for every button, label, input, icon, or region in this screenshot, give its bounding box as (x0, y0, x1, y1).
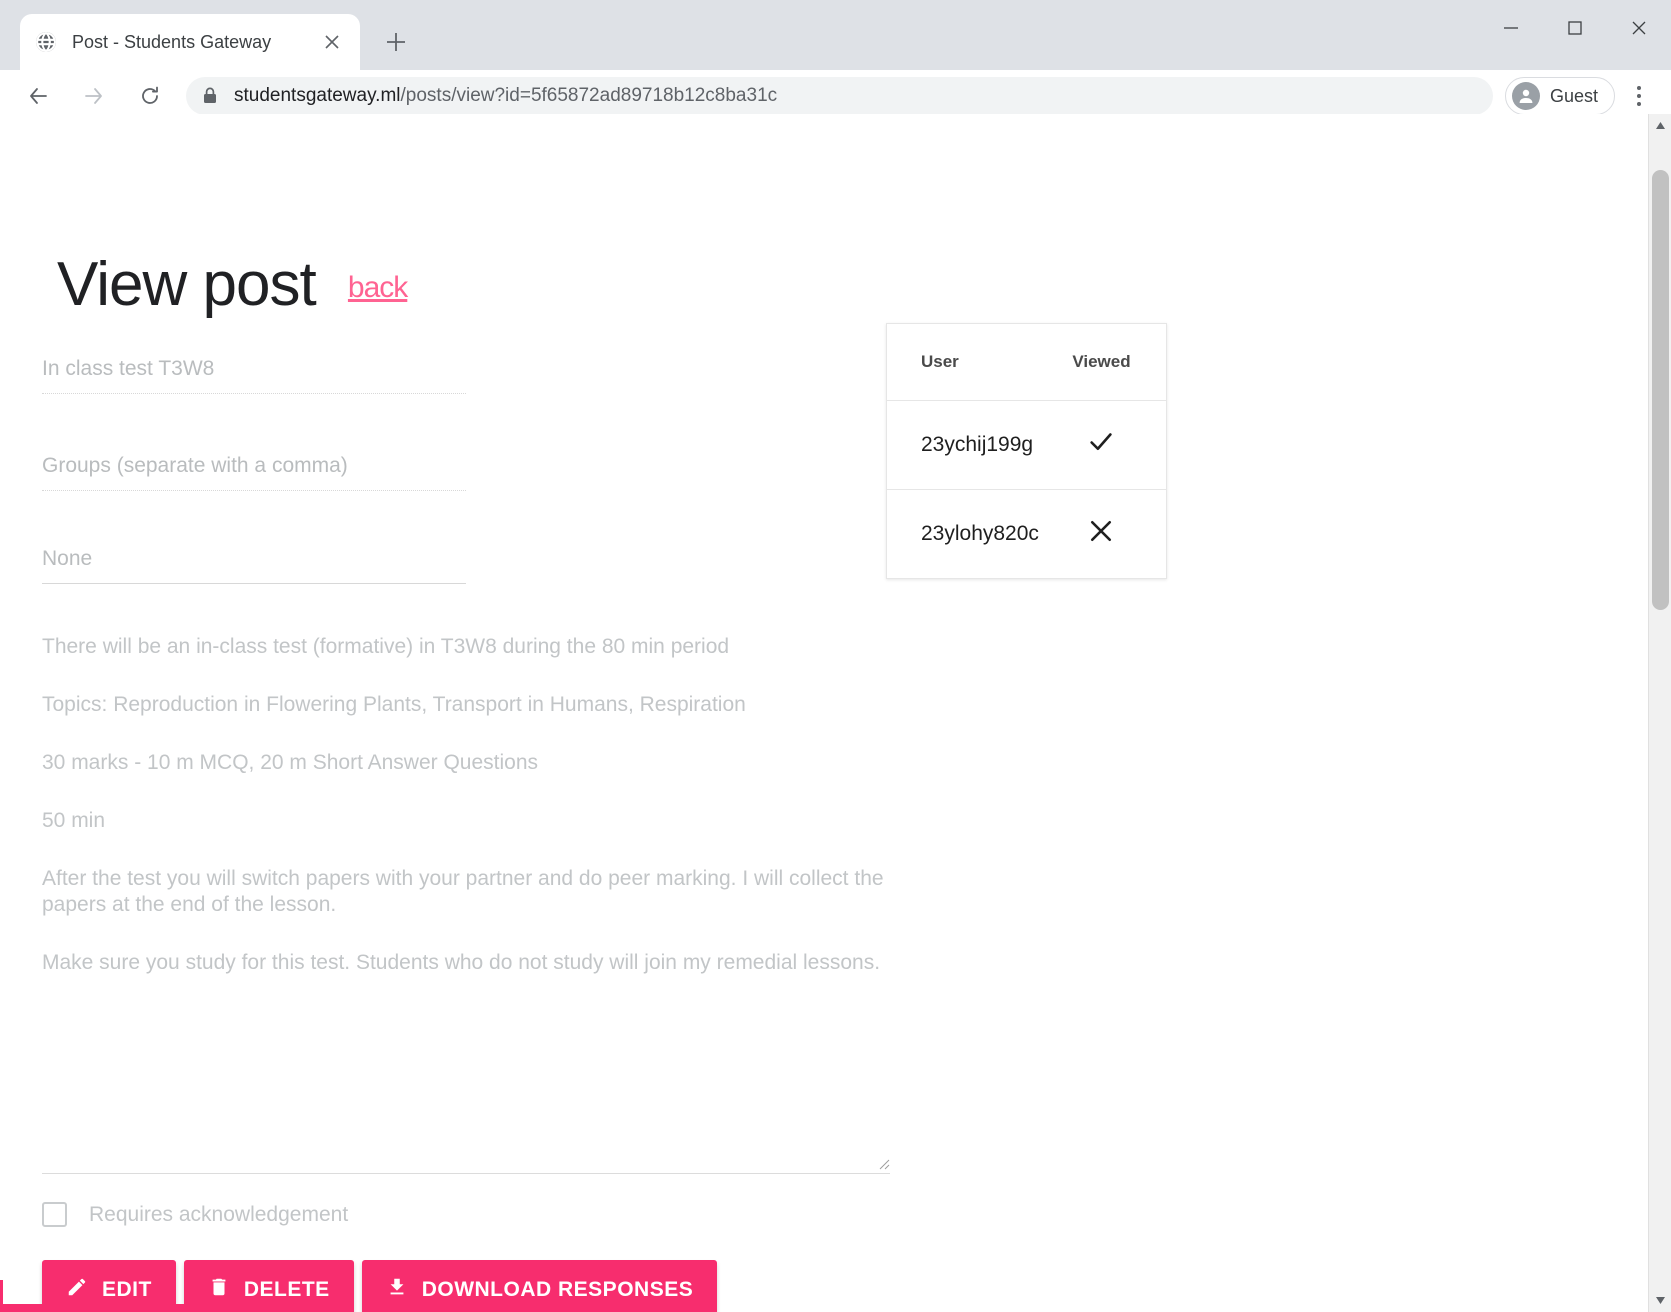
post-title-value: In class test T3W8 (42, 357, 215, 380)
delete-button-label: DELETE (243, 1278, 330, 1301)
profile-button[interactable]: Guest (1504, 77, 1615, 115)
edit-button-label: EDIT (102, 1278, 152, 1301)
address-bar-url: studentsgateway.ml/posts/view?id=5f65872… (234, 85, 777, 107)
groups-field[interactable]: Groups (separate with a comma) (42, 454, 466, 491)
download-responses-button-label: DOWNLOAD RESPONSES (421, 1278, 694, 1301)
pencil-icon (66, 1276, 88, 1304)
attachment-field[interactable]: None (42, 547, 466, 584)
back-link[interactable]: back (348, 271, 408, 304)
body-paragraph: Make sure you study for this test. Stude… (42, 951, 881, 975)
address-bar[interactable]: studentsgateway.ml/posts/view?id=5f65872… (186, 77, 1493, 115)
check-icon (1086, 433, 1116, 462)
kebab-dot (1637, 86, 1641, 90)
attachment-value: None (42, 547, 93, 570)
globe-icon (34, 30, 58, 54)
window-controls (1479, 0, 1671, 56)
avatar (1511, 82, 1540, 110)
tab-title: Post - Students Gateway (72, 31, 272, 52)
acknowledgement-label: Requires acknowledgement (89, 1202, 349, 1226)
viewed-table: User Viewed 23ychij199g 23ylohy820c (887, 324, 1166, 578)
table-row: 23ychij199g (887, 400, 1166, 490)
lock-icon (202, 87, 220, 105)
post-title-field[interactable]: In class test T3W8 (42, 357, 466, 394)
url-path: /posts/view?id=5f65872ad89718b12c8ba31c (400, 85, 778, 106)
minimize-icon[interactable] (1479, 0, 1543, 56)
user-cell: 23ylohy820c (921, 522, 1039, 545)
download-icon (386, 1276, 408, 1304)
body-paragraph: Topics: Reproduction in Flowering Plants… (42, 692, 746, 716)
cross-icon (1086, 520, 1116, 551)
post-body-textarea[interactable]: There will be an in-class test (formativ… (42, 634, 890, 1174)
page-bottom-accent-bar (2, 1304, 264, 1312)
viewed-cell (1065, 490, 1166, 579)
table-row: 23ylohy820c (887, 490, 1166, 579)
table-header-row: User Viewed (887, 324, 1166, 401)
viewed-cell (1064, 400, 1166, 490)
arrow-left-icon[interactable] (16, 74, 60, 118)
body-paragraph: 30 marks - 10 m MCQ, 20 m Short Answer Q… (42, 750, 539, 774)
download-responses-button[interactable]: DOWNLOAD RESPONSES (361, 1260, 718, 1312)
groups-placeholder: Groups (separate with a comma) (42, 454, 348, 477)
browser-window: Post - Students Gateway studentsgateway.… (0, 0, 1671, 1312)
column-header-viewed: Viewed (1064, 324, 1166, 401)
page-viewport: View post back In class test T3W8 Groups… (0, 114, 1671, 1312)
scrollbar-thumb[interactable] (1652, 170, 1669, 610)
page-title: View post back (57, 254, 408, 316)
acknowledgement-checkbox[interactable] (42, 1202, 67, 1227)
tab-strip: Post - Students Gateway (0, 0, 1671, 70)
column-header-user: User (887, 324, 1065, 401)
profile-label: Guest (1549, 85, 1598, 106)
maximize-icon[interactable] (1543, 0, 1607, 56)
acknowledgement-row[interactable]: Requires acknowledgement (42, 1202, 348, 1227)
viewed-table-card: User Viewed 23ychij199g 23ylohy820c (886, 323, 1167, 579)
caret-up-icon[interactable] (1649, 114, 1671, 137)
reload-icon[interactable] (128, 74, 172, 118)
kebab-menu-icon[interactable] (1621, 76, 1657, 116)
page-scrollbar[interactable] (1648, 114, 1671, 1312)
window-close-icon[interactable] (1607, 0, 1671, 56)
caret-down-icon[interactable] (1649, 1289, 1671, 1312)
trash-icon (208, 1276, 230, 1304)
browser-tab[interactable]: Post - Students Gateway (20, 14, 360, 70)
page-title-text: View post (57, 250, 317, 319)
textarea-resize-handle[interactable] (874, 1154, 890, 1170)
new-tab-button[interactable] (374, 20, 418, 64)
url-domain: studentsgateway.ml (234, 85, 401, 106)
kebab-dot (1637, 94, 1641, 98)
body-paragraph: After the test you will switch papers wi… (42, 866, 884, 917)
body-paragraph: 50 min (42, 808, 106, 832)
kebab-dot (1637, 102, 1641, 106)
tab-close-icon[interactable] (318, 28, 346, 56)
body-paragraph: There will be an in-class test (formativ… (42, 635, 730, 658)
page-content: View post back In class test T3W8 Groups… (0, 114, 1648, 1312)
user-cell: 23ychij199g (887, 400, 1065, 490)
arrow-right-icon (72, 74, 116, 118)
